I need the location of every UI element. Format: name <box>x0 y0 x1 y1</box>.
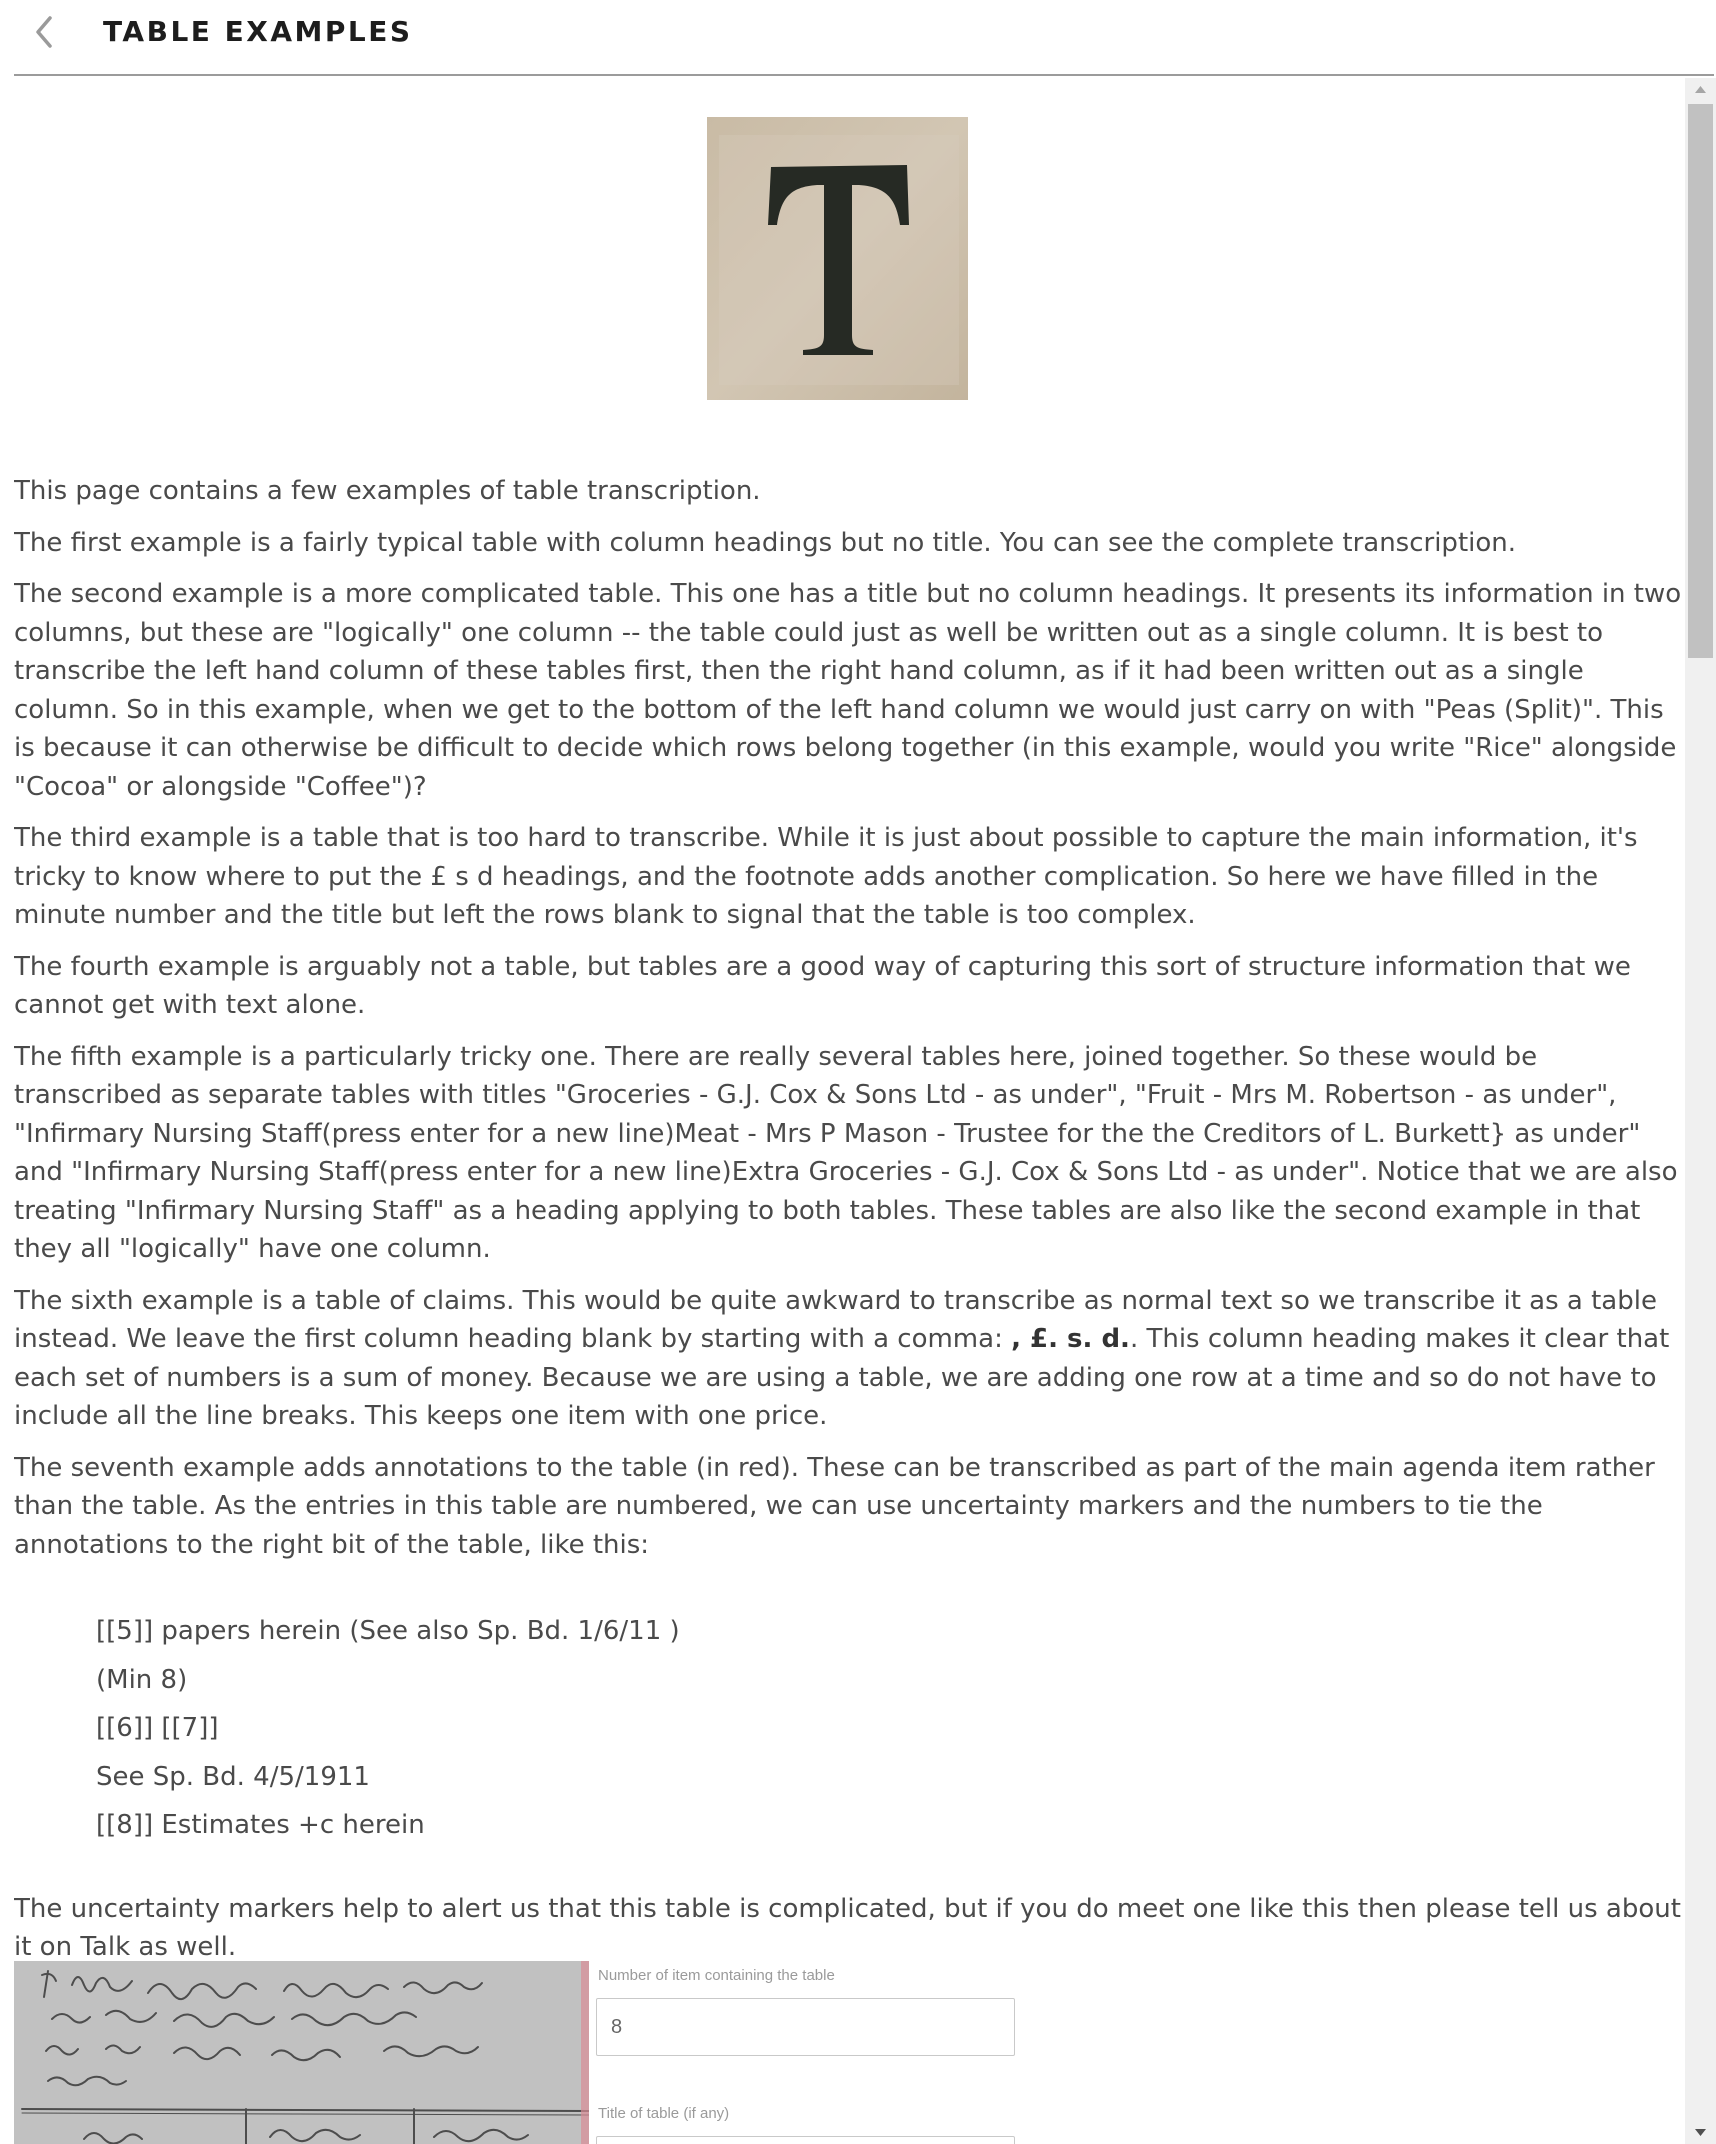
table-title-label: Title of table (if any) <box>598 2105 730 2122</box>
table-title-field <box>596 2136 1015 2144</box>
annotation-list: [[5]] papers herein (See also Sp. Bd. 1/… <box>96 1612 1684 1845</box>
paragraph-third-example: The third example is a table that is too… <box>14 823 1638 930</box>
annotation-line: [[5]] papers herein (See also Sp. Bd. 1/… <box>96 1616 680 1646</box>
content-area[interactable]: This page contains a few examples of tab… <box>14 78 1684 2144</box>
paragraph-closing: The uncertainty markers help to alert us… <box>14 1893 1681 1963</box>
paragraph-second-example: The second example is a more complicated… <box>14 579 1682 802</box>
header-divider <box>14 74 1714 76</box>
annotation-line: (Min 8) <box>96 1664 188 1695</box>
article-body: This page contains a few examples of tab… <box>14 472 1684 1980</box>
scroll-down-arrow-icon[interactable] <box>1685 2122 1716 2142</box>
handwritten-table-image <box>14 1961 589 2144</box>
sixth-column-heading: , £. s. d. <box>1011 1324 1130 1354</box>
item-number-field: 8 <box>596 1998 1015 2056</box>
paragraph-sixth-example: The sixth example is a table of claims. … <box>14 1282 1684 1436</box>
example-screenshot: Number of item containing the table 8 Ti… <box>14 1961 1684 2144</box>
item-number-label: Number of item containing the table <box>598 1967 835 1984</box>
page-title: TABLE EXAMPLES <box>103 15 413 48</box>
scroll-up-arrow-icon[interactable] <box>1685 80 1716 100</box>
letter-t-image <box>707 117 968 400</box>
scrollbar-thumb[interactable] <box>1688 104 1713 658</box>
annotation-line: [[8]] Estimates +c herein <box>96 1810 425 1840</box>
annotation-line: See Sp. Bd. 4/5/1911 <box>96 1761 370 1792</box>
scrollbar[interactable] <box>1685 78 1716 2144</box>
annotation-line: [[6]] [[7]] <box>96 1713 219 1743</box>
paragraph-seventh-example: The seventh example adds annotations to … <box>14 1452 1655 1560</box>
app-header: TABLE EXAMPLES <box>0 0 1716 76</box>
chevron-left-icon[interactable] <box>24 10 64 54</box>
paragraph-fifth-example: The fifth example is a particularly tric… <box>14 1041 1678 1265</box>
paragraph-fourth-example: The fourth example is arguably not a tab… <box>14 951 1631 1021</box>
example-form: Number of item containing the table 8 Ti… <box>596 1961 1036 2144</box>
paragraph-first-example: The first example is a fairly typical ta… <box>14 527 1517 558</box>
paragraph-intro: This page contains a few examples of tab… <box>14 476 761 506</box>
